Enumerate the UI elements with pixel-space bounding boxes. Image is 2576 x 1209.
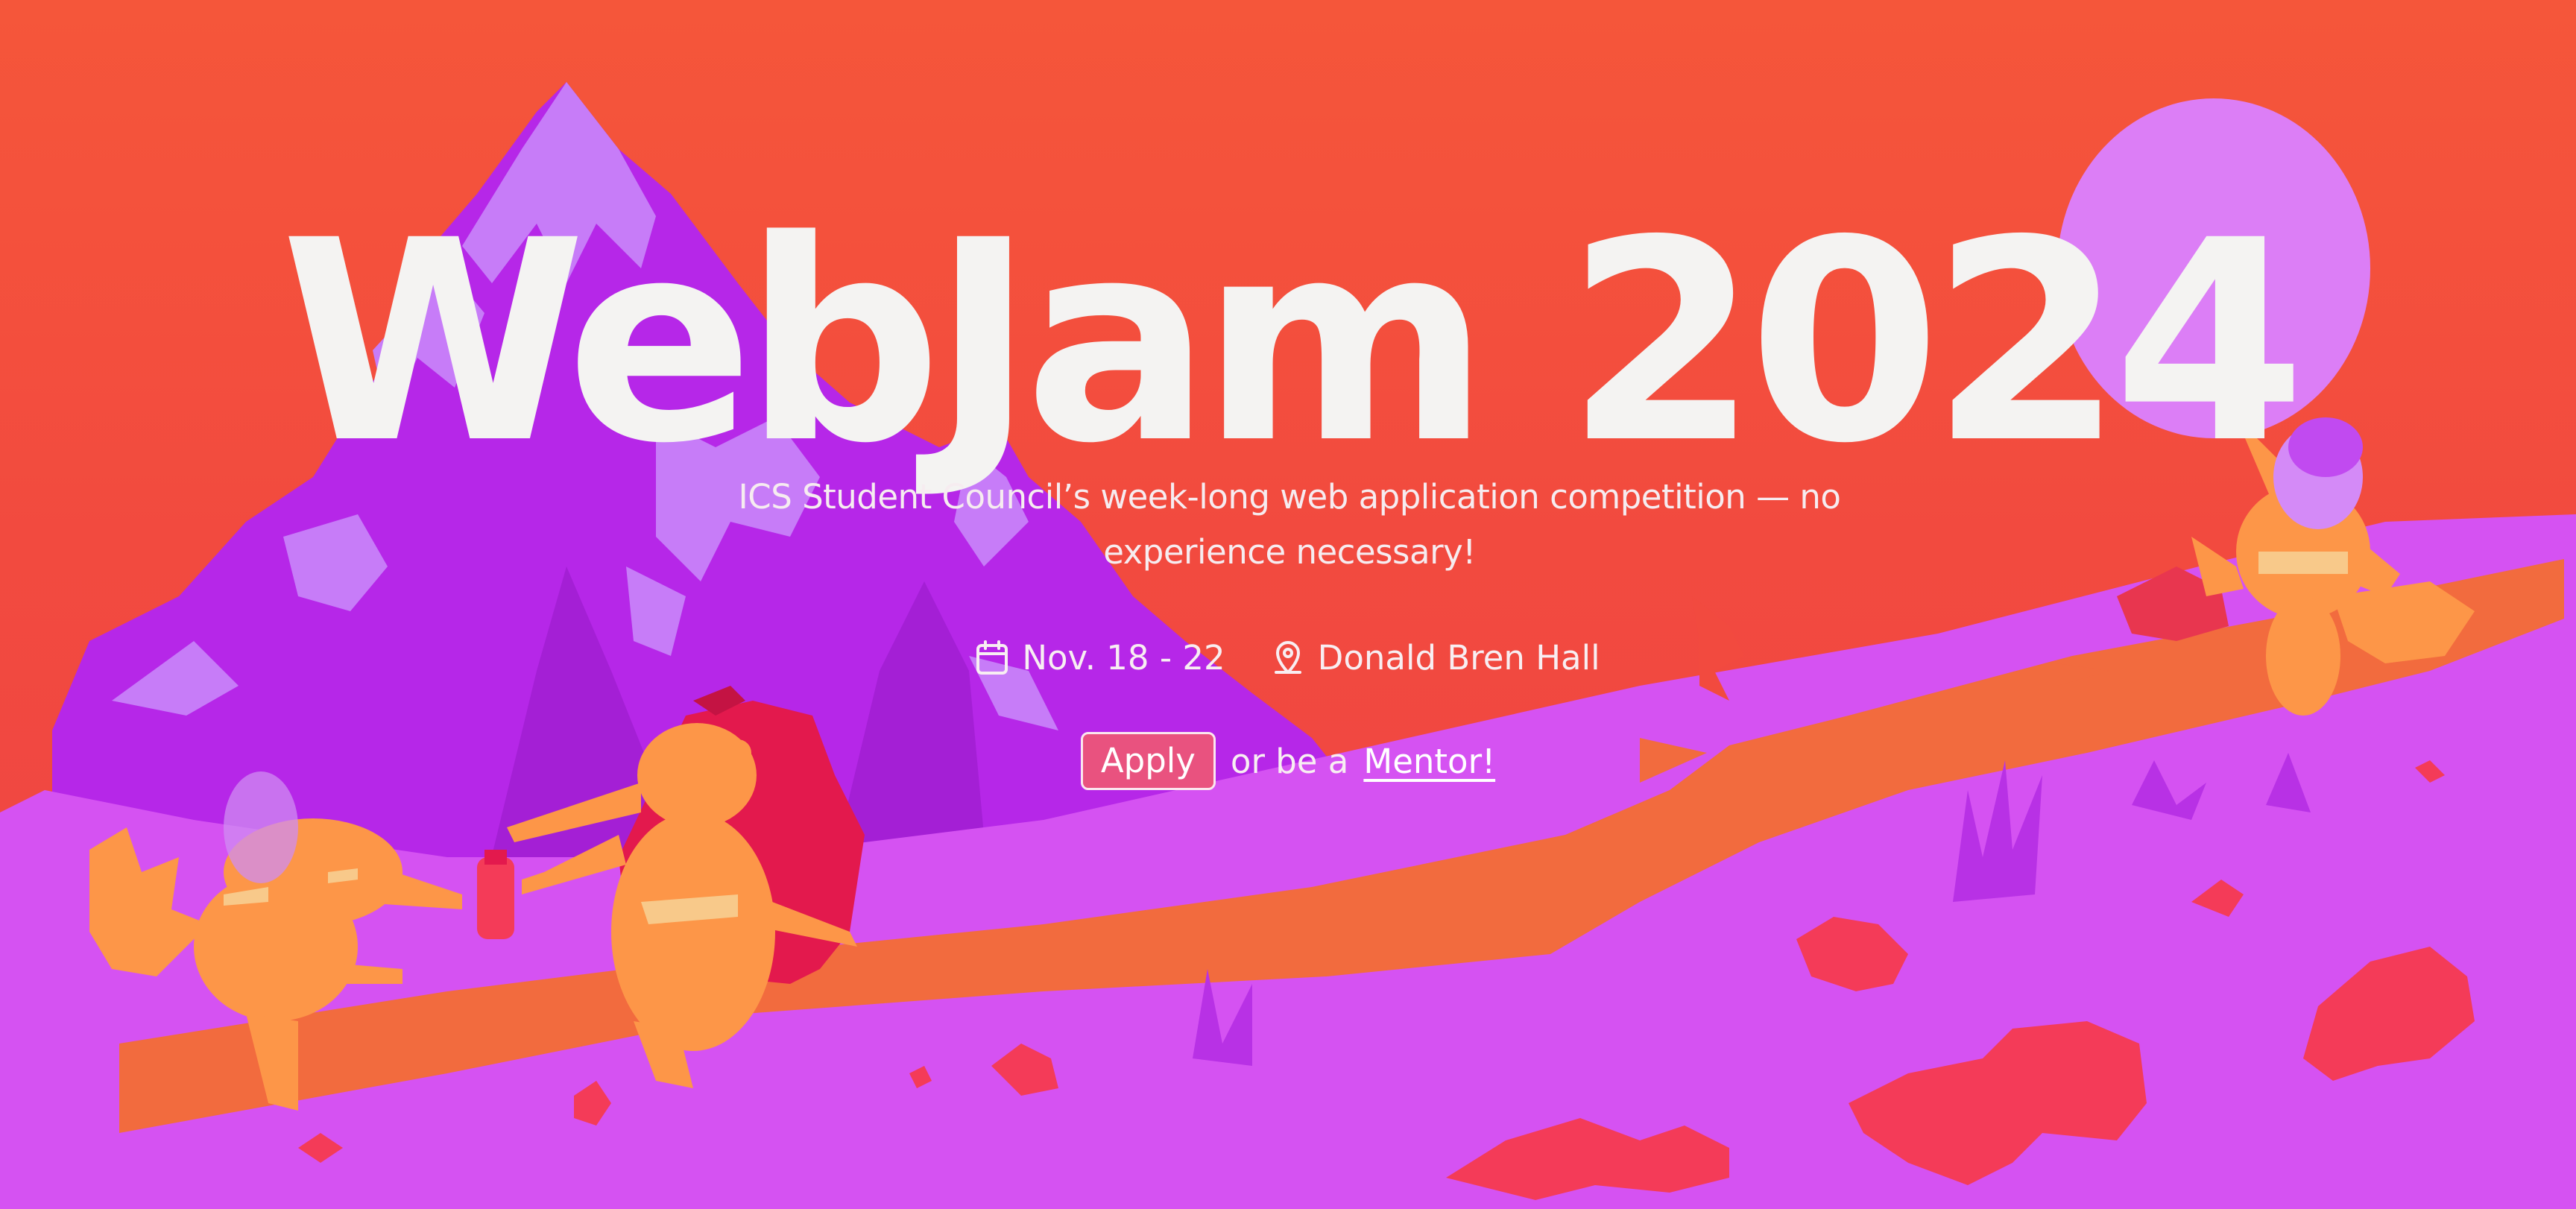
event-info: Nov. 18 - 22 Donald Bren Hall [0, 628, 2576, 687]
cta-connector-text: or be a [1230, 741, 1349, 781]
event-location: Donald Bren Hall [1272, 638, 1600, 678]
tagline: ICS Student Council’s week-long web appl… [738, 477, 1841, 572]
call-to-action: Apply or be a Mentor! [0, 729, 2576, 793]
event-location-text: Donald Bren Hall [1317, 637, 1600, 678]
event-dates: Nov. 18 - 22 [976, 638, 1225, 678]
event-dates-text: Nov. 18 - 22 [1022, 637, 1225, 678]
map-pin-icon [1272, 640, 1304, 675]
calendar-icon [976, 640, 1008, 675]
apply-button[interactable]: Apply [1080, 732, 1216, 790]
mentor-link[interactable]: Mentor! [1363, 742, 1495, 781]
hero-section: WebJam 2024 ICS Student Council’s week-l… [0, 0, 2576, 1209]
page-title: WebJam 2024 [280, 181, 2306, 504]
